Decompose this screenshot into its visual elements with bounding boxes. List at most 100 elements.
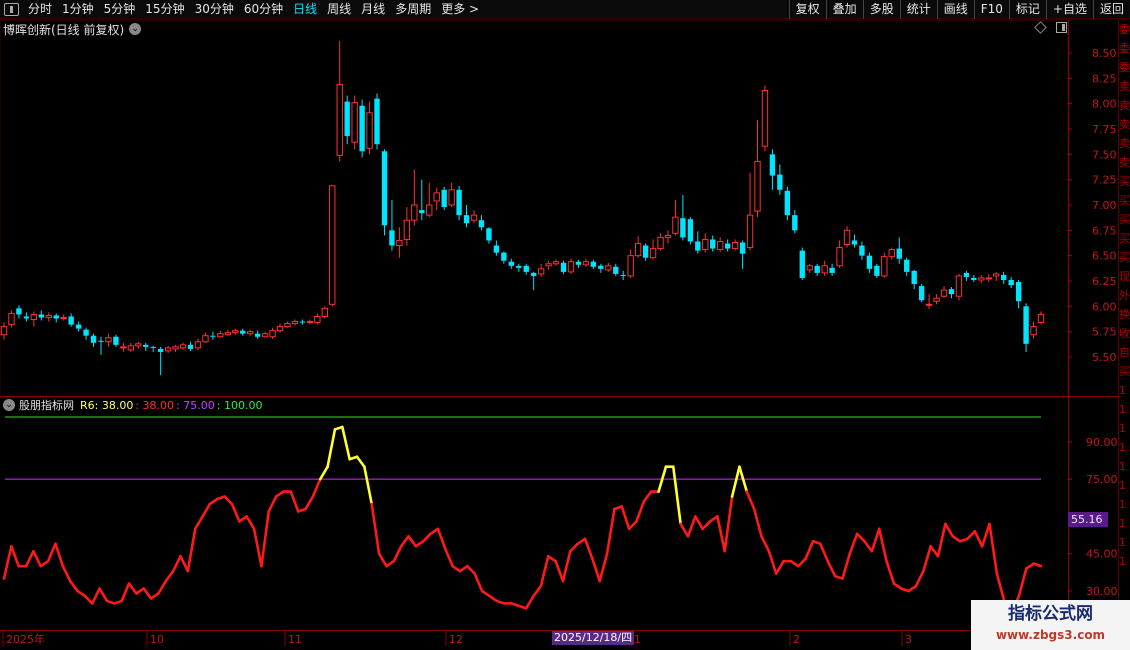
candle-body-down bbox=[23, 316, 30, 319]
indicator-line-segment bbox=[1032, 562, 1043, 568]
quote-panel-glyph: 1 bbox=[1119, 517, 1126, 530]
indicator-line-segment bbox=[774, 559, 785, 575]
candle-body-down bbox=[799, 250, 805, 278]
price-tick-label: 7.75 bbox=[1092, 123, 1117, 136]
indicator-line-segment bbox=[443, 547, 454, 568]
kline-chart[interactable]: 8.50 8.25 8.00 7.75 7.50 7.25 7.00 6.75 6.50 6.25… bbox=[0, 0, 1130, 650]
indicator-tick-label: 75.00 bbox=[1086, 473, 1118, 486]
indicator-line-segment bbox=[635, 500, 646, 523]
current-value-tag: 55.16 bbox=[1068, 512, 1108, 527]
quote-panel-glyph: 自 bbox=[1119, 346, 1130, 359]
candle-body-up bbox=[164, 347, 172, 352]
chevron-down-icon[interactable]: ⌄ bbox=[3, 399, 15, 411]
candle-body-up bbox=[1030, 326, 1037, 336]
indicator-line-segment bbox=[848, 532, 859, 556]
candle-body-up bbox=[433, 192, 440, 202]
quote-panel-glyph: 收 bbox=[1119, 327, 1130, 340]
indicator-line-segment bbox=[760, 535, 771, 553]
quote-panel-glyph: 卖 bbox=[1119, 80, 1130, 93]
candle-body-down bbox=[113, 336, 119, 345]
indicator-line-segment bbox=[480, 589, 491, 598]
indicator-line-segment bbox=[267, 495, 278, 513]
candle-body-down bbox=[254, 333, 261, 337]
date-tick-label: 11 bbox=[288, 633, 302, 646]
indicator-line-segment bbox=[870, 527, 881, 553]
candle-body-down bbox=[456, 189, 462, 216]
quote-panel-glyph: 1 bbox=[1119, 422, 1126, 435]
candle-body-up bbox=[881, 256, 888, 277]
quote-panel-glyph: 买 bbox=[1119, 232, 1130, 245]
candle-body-down bbox=[493, 245, 500, 253]
candle-body-down bbox=[83, 329, 89, 336]
indicator-line-segment bbox=[855, 532, 866, 543]
candle-body-down bbox=[359, 105, 365, 152]
candle-body-up bbox=[664, 234, 672, 238]
indicator-line-segment bbox=[546, 554, 557, 563]
candle-body-up bbox=[933, 297, 940, 302]
indicator-line-segment bbox=[723, 495, 734, 553]
candle-body-down bbox=[1001, 274, 1007, 280]
candle-body-down bbox=[963, 272, 970, 277]
price-tick-label: 6.75 bbox=[1092, 224, 1117, 237]
candle-body-up bbox=[806, 265, 813, 271]
candle-body-up bbox=[284, 323, 291, 328]
quote-panel-glyph: 卖 bbox=[1119, 156, 1130, 169]
indicator-line-segment bbox=[620, 505, 631, 531]
indicator-line-segment bbox=[164, 569, 175, 583]
indicator-line-segment bbox=[238, 515, 249, 523]
indicator-line-segment bbox=[61, 564, 72, 583]
candle-body-down bbox=[1015, 282, 1022, 302]
indicator-tick-label: 45.00 bbox=[1086, 548, 1118, 561]
candle-body-up bbox=[276, 326, 284, 332]
indicator-line-segment bbox=[289, 490, 300, 513]
candle-body-down bbox=[53, 315, 59, 319]
indicator-line-segment bbox=[135, 587, 146, 595]
candle-body-down bbox=[724, 243, 731, 249]
candle-body-up bbox=[605, 265, 612, 271]
candle-body-up bbox=[470, 214, 478, 221]
candle-body-up bbox=[821, 265, 828, 274]
candle-body-up bbox=[657, 236, 664, 250]
candle-body-down bbox=[486, 228, 492, 241]
candle-body-up bbox=[135, 343, 142, 347]
indicator-line-segment bbox=[311, 477, 322, 498]
indicator-line-segment bbox=[223, 495, 234, 506]
indicator-line-segment bbox=[341, 425, 351, 461]
quote-panel-glyph: 1 bbox=[1119, 384, 1126, 397]
candle-body-down bbox=[904, 259, 910, 272]
candle-body-up bbox=[45, 314, 52, 318]
candle-body-up bbox=[537, 268, 545, 275]
indicator-line-segment bbox=[554, 559, 565, 583]
indicator-line-segment bbox=[591, 557, 602, 583]
indicator-line-segment bbox=[789, 559, 800, 568]
candle-body-down bbox=[859, 245, 865, 256]
indicator-line-segment bbox=[399, 535, 410, 548]
indicator-line-segment bbox=[2, 544, 13, 580]
candle-body-down bbox=[501, 252, 507, 261]
quote-panel-glyph: 1 bbox=[1119, 498, 1126, 511]
indicator-line-segment bbox=[245, 515, 256, 531]
indicator-line-segment bbox=[39, 559, 50, 568]
candle-body-up bbox=[985, 277, 992, 280]
candle-body-up bbox=[351, 102, 358, 143]
indicator-line-segment bbox=[598, 552, 609, 583]
quote-panel-glyph: 买 bbox=[1119, 194, 1130, 207]
panel-layout-icon[interactable] bbox=[1056, 22, 1067, 33]
candle-body-up bbox=[754, 160, 761, 212]
quote-panel-glyph: 买 bbox=[1119, 175, 1130, 188]
candle-body-down bbox=[866, 255, 873, 269]
indicator-line-segment bbox=[694, 515, 704, 531]
candle-body-down bbox=[90, 335, 97, 343]
indicator-line-segment bbox=[451, 564, 462, 573]
candle-body-up bbox=[545, 263, 552, 267]
date-tick-label: 3 bbox=[905, 633, 912, 646]
price-tick-label: 7.50 bbox=[1092, 148, 1117, 161]
candle-body-down bbox=[523, 265, 529, 272]
candle-body-up bbox=[306, 321, 314, 324]
indicator-line-segment bbox=[752, 507, 763, 538]
candle-body-up bbox=[836, 247, 843, 267]
candle-body-up bbox=[0, 326, 8, 336]
indicator-line-segment bbox=[68, 579, 79, 593]
chevron-down-icon[interactable]: ⌄ bbox=[129, 23, 142, 35]
candle-body-up bbox=[127, 345, 135, 351]
